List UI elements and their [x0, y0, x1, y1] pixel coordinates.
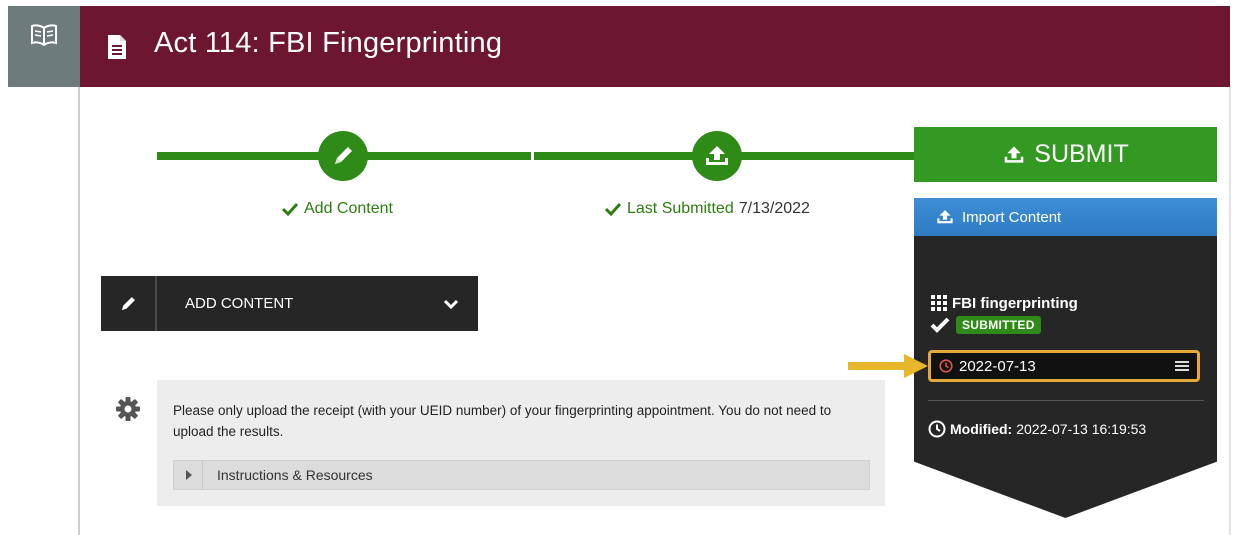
step-add-content[interactable]	[318, 131, 368, 181]
instructions-resources-toggle[interactable]: Instructions & Resources	[173, 460, 870, 490]
book-icon	[31, 24, 57, 46]
file-name: FBI fingerprinting	[952, 294, 1078, 312]
check-icon	[605, 202, 621, 216]
step-2-label: Last Submitted	[627, 200, 734, 217]
upload-icon	[1004, 146, 1024, 163]
page-title: Act 114: FBI Fingerprinting	[154, 27, 503, 59]
pencil-box	[101, 276, 157, 331]
check-icon	[282, 202, 298, 216]
clock-icon	[928, 420, 946, 438]
submit-label: SUBMIT	[1034, 140, 1129, 168]
instructions-resources-label: Instructions & Resources	[217, 467, 373, 483]
page-header: Act 114: FBI Fingerprinting	[80, 6, 1230, 87]
last-submitted-date: 7/13/2022	[738, 200, 810, 217]
import-content-button[interactable]: Import Content	[914, 198, 1217, 236]
modified-label: Modified:	[950, 421, 1013, 437]
separator	[202, 460, 203, 490]
chevron-down-icon	[444, 299, 458, 309]
content-border-right	[1229, 87, 1231, 535]
add-content-label: ADD CONTENT	[185, 295, 294, 312]
content-border-left	[78, 87, 80, 535]
clock-icon	[939, 359, 953, 373]
sidebar-toggle[interactable]	[8, 6, 80, 87]
step-label-last-submitted: Last Submitted 7/13/2022	[605, 200, 810, 218]
instructions-panel: Please only upload the receipt (with you…	[157, 380, 885, 506]
status-badge: SUBMITTED	[956, 316, 1041, 334]
upload-icon	[706, 146, 728, 165]
add-content-dropdown[interactable]: ADD CONTENT	[101, 276, 478, 331]
step-submit[interactable]	[692, 131, 742, 181]
upload-icon	[937, 210, 953, 224]
menu-icon[interactable]	[1175, 360, 1189, 372]
gear-icon	[116, 397, 140, 421]
panel-divider	[928, 400, 1204, 401]
grid-icon	[931, 295, 947, 311]
modified-info: Modified: 2022-07-13 16:19:53	[928, 420, 1146, 438]
arrow-pointer-icon	[848, 354, 928, 378]
submission-panel: FBI fingerprinting SUBMITTED 2022-07-13 …	[914, 236, 1217, 518]
caret-right-icon	[186, 470, 192, 480]
status-row: SUBMITTED	[930, 316, 1041, 334]
instructions-text: Please only upload the receipt (with you…	[173, 403, 832, 439]
modified-value: 2022-07-13 16:19:53	[1016, 421, 1147, 437]
pencil-icon	[121, 296, 135, 310]
check-icon	[930, 317, 950, 333]
import-label: Import Content	[962, 208, 1062, 226]
step-1-label: Add Content	[304, 200, 393, 217]
document-icon	[108, 34, 126, 59]
file-entry[interactable]: FBI fingerprinting	[930, 294, 1078, 312]
pencil-icon	[335, 147, 352, 164]
step-label-add-content: Add Content	[282, 200, 393, 218]
submission-date: 2022-07-13	[959, 357, 1036, 375]
submit-button[interactable]: SUBMIT	[914, 127, 1217, 182]
submission-date-field[interactable]: 2022-07-13	[928, 350, 1200, 382]
